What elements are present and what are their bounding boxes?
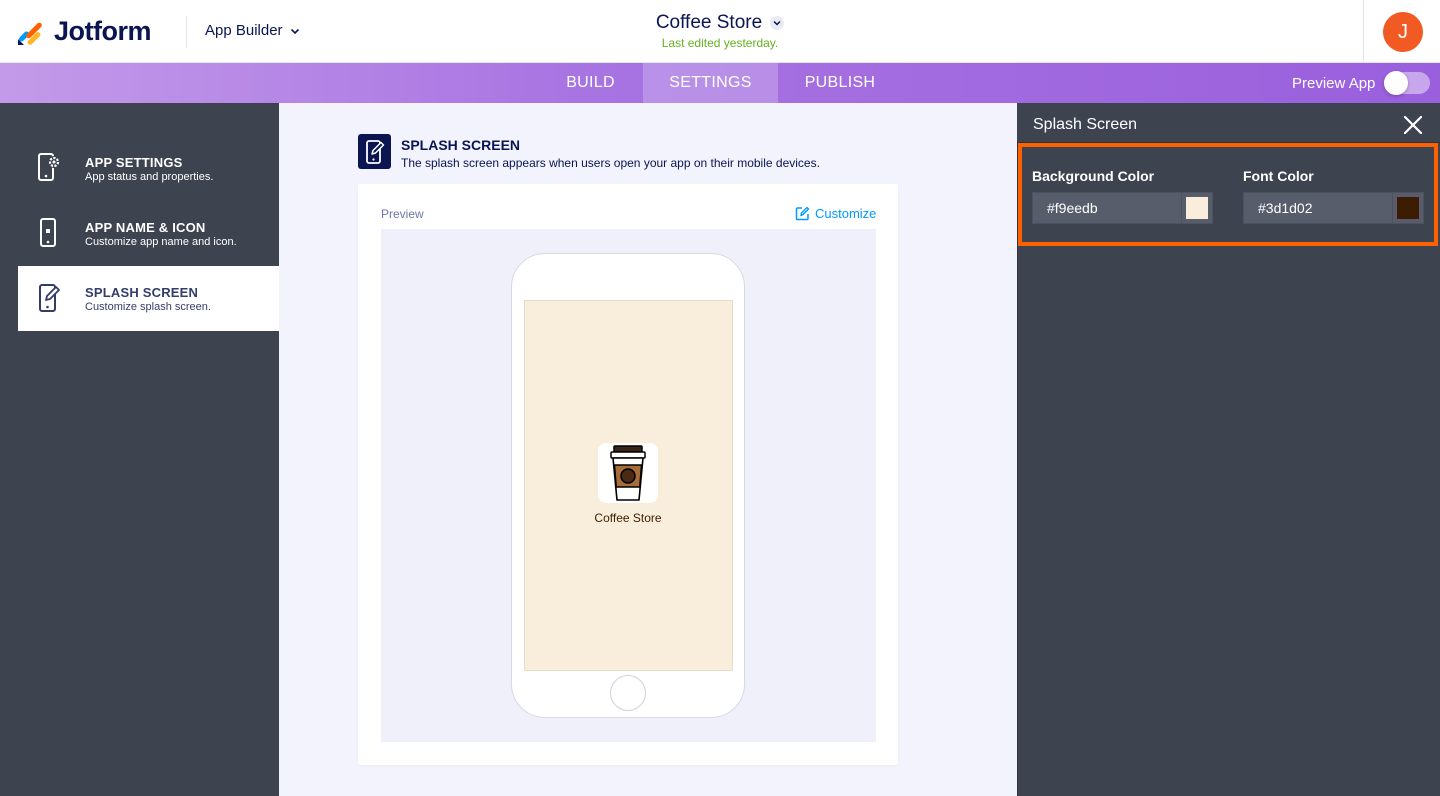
sidebar-item-subtitle: Customize app name and icon.	[85, 236, 237, 248]
coffee-cup-icon	[598, 443, 658, 503]
sidebar-item-subtitle: App status and properties.	[85, 171, 214, 183]
customize-link[interactable]: Customize	[795, 206, 876, 221]
font-color-chip	[1397, 197, 1419, 219]
top-header: Jotform App Builder Coffee Store Last ed…	[0, 0, 1440, 63]
tab-publish[interactable]: PUBLISH	[778, 63, 902, 103]
background-color-input[interactable]: #f9eedb	[1032, 192, 1182, 224]
customize-label: Customize	[815, 206, 877, 221]
phone-gear-icon	[38, 153, 60, 181]
preview-app-label: Preview App	[1292, 75, 1376, 92]
section-description: The splash screen appears when users ope…	[401, 156, 820, 170]
sidebar-item-subtitle: Customize splash screen.	[85, 301, 211, 313]
last-edited-status: Last edited yesterday.	[661, 36, 779, 50]
font-color-label: Font Color	[1243, 168, 1314, 184]
app-title-dropdown[interactable]: Coffee Store	[655, 12, 785, 34]
sidebar-item-title: SPLASH SCREEN	[85, 285, 199, 300]
app-title: Coffee Store	[655, 12, 763, 33]
edit-icon	[795, 206, 810, 221]
background-color-chip	[1186, 197, 1208, 219]
section-title: SPLASH SCREEN	[401, 137, 521, 153]
splash-app-name: Coffee Store	[594, 511, 662, 525]
avatar[interactable]: J	[1383, 12, 1423, 52]
phone-home-button	[610, 675, 646, 711]
tab-settings[interactable]: SETTINGS	[643, 63, 778, 103]
toggle-knob	[1384, 71, 1408, 95]
tab-build[interactable]: BUILD	[538, 63, 643, 103]
background-color-label: Background Color	[1032, 168, 1155, 184]
close-icon[interactable]	[1401, 113, 1425, 137]
app-title-block: Coffee Store Last edited yesterday.	[0, 12, 1440, 50]
sidebar-item-splash-screen[interactable]: SPLASH SCREEN Customize splash screen.	[18, 266, 279, 331]
account-area: J	[1363, 0, 1440, 63]
panel-title: Splash Screen	[1033, 116, 1138, 133]
sidebar-item-app-settings[interactable]: APP SETTINGS App status and properties.	[18, 136, 279, 201]
sidebar-item-title: APP SETTINGS	[85, 155, 183, 170]
sidebar-item-title: APP NAME & ICON	[85, 220, 206, 235]
phone-icon	[40, 218, 56, 247]
background-color-swatch[interactable]	[1181, 192, 1213, 224]
preview-label: Preview	[381, 207, 424, 221]
sidebar-item-app-name-icon[interactable]: APP NAME & ICON Customize app name and i…	[18, 201, 279, 266]
builder-nav: BUILD SETTINGS PUBLISH Preview App	[0, 63, 1440, 103]
phone-edit-icon	[39, 284, 60, 312]
font-color-swatch[interactable]	[1392, 192, 1424, 224]
chevron-down-icon	[770, 16, 785, 30]
splash-screen-section-icon	[358, 134, 391, 169]
preview-app-toggle[interactable]	[1384, 71, 1430, 95]
font-color-input[interactable]: #3d1d02	[1243, 192, 1393, 224]
